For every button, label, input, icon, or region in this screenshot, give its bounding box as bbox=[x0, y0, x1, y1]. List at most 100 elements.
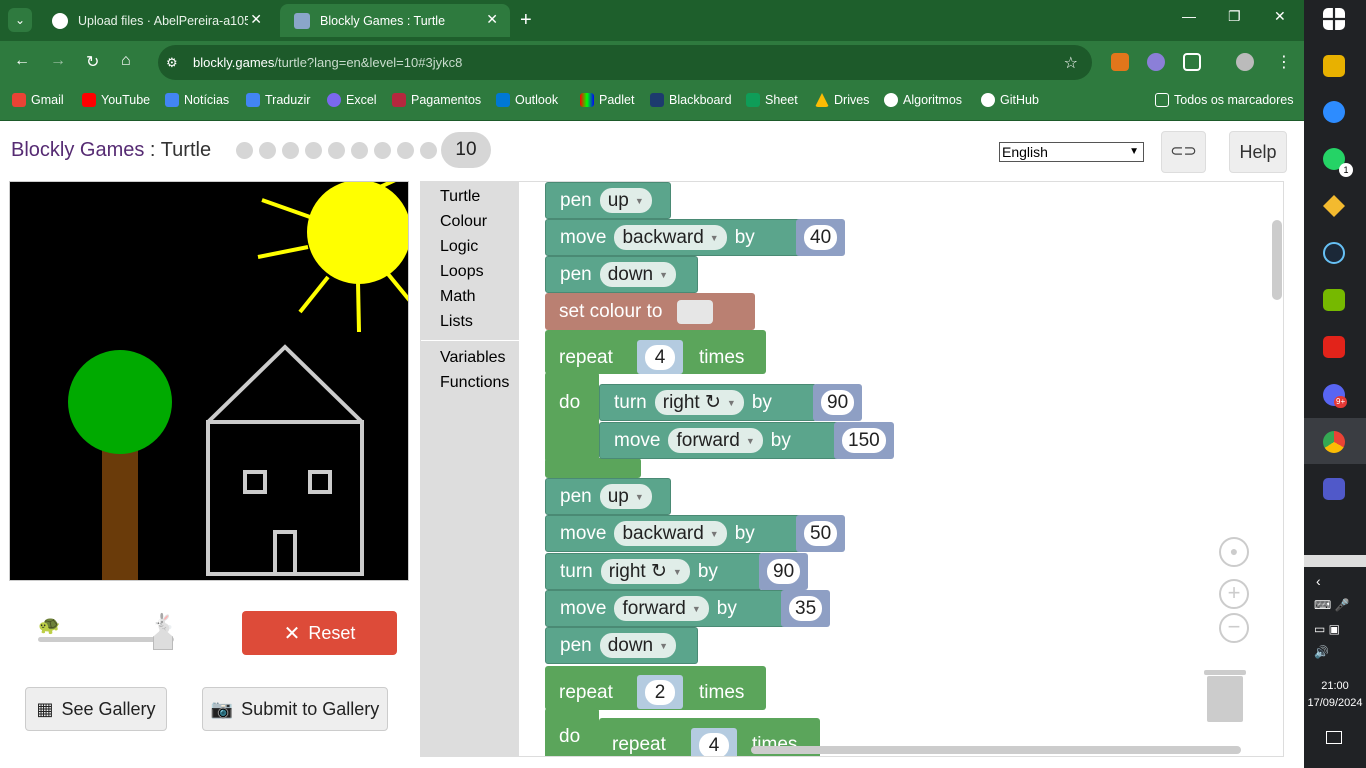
site-info-icon[interactable]: ⚙ bbox=[166, 55, 178, 71]
link-button[interactable]: ⊂⊃ bbox=[1161, 131, 1206, 173]
pen-dropdown[interactable]: up ▼ bbox=[599, 188, 652, 213]
back-icon[interactable]: ← bbox=[14, 52, 30, 70]
number-field[interactable]: 90 bbox=[767, 559, 801, 584]
taskbar-scrollbar[interactable] bbox=[1304, 555, 1366, 567]
menu-icon[interactable]: ⋮ bbox=[1276, 52, 1292, 72]
bookmark-traduzir[interactable]: Traduzir bbox=[246, 93, 310, 107]
zoom-icon[interactable] bbox=[1323, 101, 1345, 123]
number-field[interactable]: 2 bbox=[645, 679, 675, 705]
restore-icon[interactable]: ❐ bbox=[1228, 8, 1241, 25]
pen-down-block[interactable]: pen down ▼ bbox=[545, 256, 698, 293]
bookmark-excel[interactable]: Excel bbox=[327, 93, 377, 107]
number-block[interactable]: 90 bbox=[759, 553, 809, 590]
recenter-icon[interactable]: ● bbox=[1219, 537, 1249, 567]
pen-dropdown[interactable]: up ▼ bbox=[599, 484, 652, 509]
move-forward-block[interactable]: move forward ▼ by bbox=[599, 422, 841, 459]
level-dot-2[interactable] bbox=[259, 142, 276, 159]
acrobat-icon[interactable] bbox=[1323, 336, 1345, 358]
level-dot-5[interactable] bbox=[328, 142, 345, 159]
close-tab-icon[interactable]: ✕ bbox=[486, 11, 498, 28]
bookmark-gmail[interactable]: Gmail bbox=[12, 93, 64, 107]
bookmark-drives[interactable]: Drives bbox=[815, 93, 869, 107]
teams-icon[interactable] bbox=[1323, 478, 1345, 500]
number-field[interactable]: 35 bbox=[789, 596, 823, 621]
current-level-badge[interactable]: 10 bbox=[441, 132, 491, 168]
bookmark-youtube[interactable]: YouTube bbox=[82, 93, 150, 107]
move-forward-block[interactable]: move forward ▼ by bbox=[545, 590, 787, 627]
level-dot-7[interactable] bbox=[374, 142, 391, 159]
number-field[interactable]: 90 bbox=[821, 390, 855, 415]
trash-icon[interactable] bbox=[1204, 670, 1246, 722]
colour-swatch[interactable] bbox=[676, 299, 713, 324]
toolbox-functions[interactable]: Functions bbox=[440, 374, 509, 392]
number-field[interactable]: 4 bbox=[645, 344, 675, 370]
direction-dropdown[interactable]: forward ▼ bbox=[614, 596, 709, 621]
toolbox-turtle[interactable]: Turtle bbox=[440, 188, 480, 206]
number-block[interactable]: 4 bbox=[637, 340, 683, 374]
see-gallery-button[interactable]: ▦ See Gallery bbox=[25, 687, 167, 731]
toolbox-variables[interactable]: Variables bbox=[440, 349, 506, 367]
tab-search-button[interactable]: ⌄ bbox=[8, 8, 32, 32]
extension-icon[interactable] bbox=[1147, 53, 1165, 71]
chrome-icon[interactable] bbox=[1323, 431, 1345, 453]
reload-icon[interactable]: ↻ bbox=[86, 52, 99, 72]
number-block[interactable]: 50 bbox=[796, 515, 846, 552]
address-bar[interactable]: ⚙ blockly.games/turtle?lang=en&level=10#… bbox=[158, 45, 1092, 80]
clock-date[interactable]: 17/09/2024 bbox=[1304, 697, 1366, 709]
extensions-puzzle-icon[interactable] bbox=[1183, 53, 1201, 71]
number-block[interactable]: 150 bbox=[834, 422, 894, 459]
bookmark-outlook[interactable]: Outlook bbox=[496, 93, 558, 107]
turn-right-block[interactable]: turn right ↻ ▼ by bbox=[545, 553, 763, 590]
metamask-icon[interactable] bbox=[1111, 53, 1129, 71]
close-tab-icon[interactable]: ✕ bbox=[250, 11, 262, 28]
bookmark-padlet[interactable]: Padlet bbox=[580, 93, 634, 107]
toolbox-math[interactable]: Math bbox=[440, 288, 476, 306]
chevron-left-icon[interactable]: ‹ bbox=[1316, 573, 1321, 589]
new-tab-button[interactable]: + bbox=[520, 8, 532, 32]
bookmark-github[interactable]: GitHub bbox=[981, 93, 1039, 107]
zoom-out-icon[interactable]: − bbox=[1219, 613, 1249, 643]
pen-dropdown[interactable]: down ▼ bbox=[599, 633, 677, 658]
clock-time[interactable]: 21:00 bbox=[1304, 680, 1366, 692]
pen-up-block[interactable]: pen up ▼ bbox=[545, 478, 671, 515]
toolbox-logic[interactable]: Logic bbox=[440, 238, 478, 256]
turn-right-block[interactable]: turn right ↻ ▼ by bbox=[599, 384, 817, 421]
number-block[interactable]: 40 bbox=[796, 219, 846, 256]
nvidia-icon[interactable] bbox=[1323, 289, 1345, 311]
steam-icon[interactable] bbox=[1323, 242, 1345, 264]
toolbox-colour[interactable]: Colour bbox=[440, 213, 487, 231]
minimize-icon[interactable]: — bbox=[1182, 8, 1196, 24]
bookmark-pagamentos[interactable]: Pagamentos bbox=[392, 93, 481, 107]
turn-dropdown[interactable]: right ↻ ▼ bbox=[654, 390, 744, 415]
number-block[interactable]: 90 bbox=[813, 384, 863, 421]
number-field[interactable]: 4 bbox=[699, 732, 729, 756]
level-dot-9[interactable] bbox=[420, 142, 437, 159]
level-dot-3[interactable] bbox=[282, 142, 299, 159]
move-backward-block[interactable]: move backward ▼ by bbox=[545, 219, 803, 256]
file-explorer-icon[interactable] bbox=[1323, 55, 1345, 77]
direction-dropdown[interactable]: backward ▼ bbox=[614, 521, 727, 546]
number-field[interactable]: 40 bbox=[804, 225, 838, 250]
pen-up-block[interactable]: pen up ▼ bbox=[545, 182, 671, 219]
tab-upload-files[interactable]: Upload files · AbelPereira-a1056 ✕ bbox=[38, 4, 274, 37]
language-select[interactable]: English ▼ bbox=[999, 142, 1144, 162]
turn-dropdown[interactable]: right ↻ ▼ bbox=[600, 559, 690, 584]
bookmark-algoritmos[interactable]: Algoritmos bbox=[884, 93, 962, 107]
workspace-horizontal-scrollbar[interactable] bbox=[751, 746, 1241, 754]
volume-icon[interactable]: 🔊 bbox=[1314, 645, 1329, 659]
pen-down-block[interactable]: pen down ▼ bbox=[545, 627, 698, 664]
level-dot-1[interactable] bbox=[236, 142, 253, 159]
forward-icon[interactable]: → bbox=[50, 52, 66, 70]
bookmark-noticias[interactable]: Notícias bbox=[165, 93, 229, 107]
bookmark-star-icon[interactable]: ☆ bbox=[1064, 53, 1078, 73]
workspace-vertical-scrollbar[interactable] bbox=[1272, 220, 1282, 300]
zoom-in-icon[interactable]: + bbox=[1219, 579, 1249, 609]
toolbox-loops[interactable]: Loops bbox=[440, 263, 484, 281]
submit-gallery-button[interactable]: 📷 Submit to Gallery bbox=[202, 687, 388, 731]
bookmark-blackboard[interactable]: Blackboard bbox=[650, 93, 732, 107]
level-dot-6[interactable] bbox=[351, 142, 368, 159]
set-colour-block[interactable]: set colour to bbox=[545, 293, 755, 330]
close-window-icon[interactable]: ✕ bbox=[1274, 8, 1286, 25]
pen-dropdown[interactable]: down ▼ bbox=[599, 262, 677, 287]
number-field[interactable]: 150 bbox=[842, 428, 886, 453]
